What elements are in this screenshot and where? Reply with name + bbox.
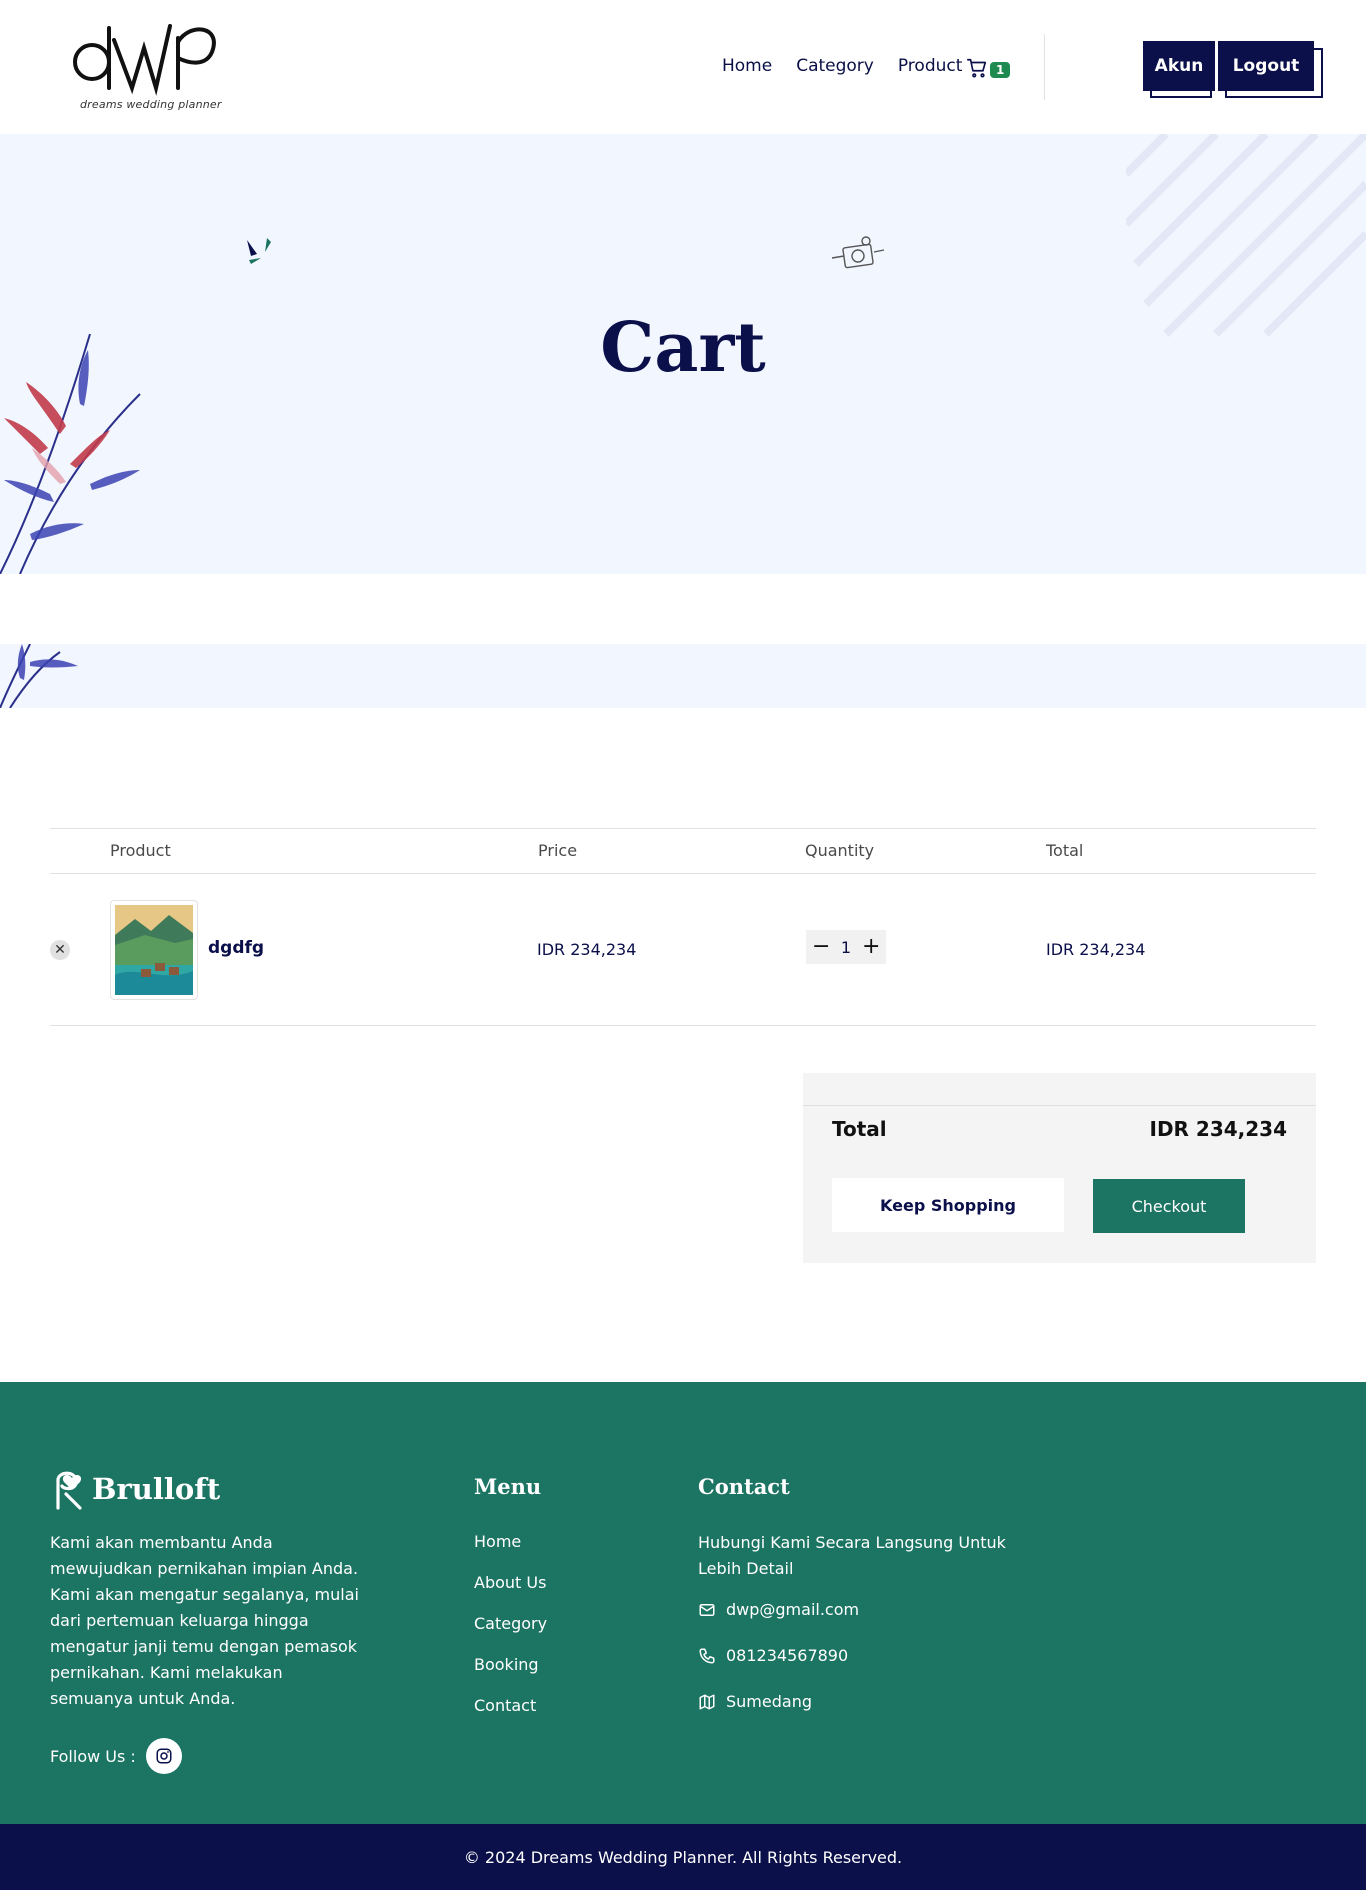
- increase-quantity-button[interactable]: +: [862, 936, 880, 958]
- checkout-button[interactable]: Checkout: [1093, 1179, 1245, 1233]
- account-button[interactable]: Akun: [1143, 41, 1215, 91]
- column-header-total: Total: [1046, 841, 1084, 860]
- map-icon: [699, 1694, 715, 1709]
- cart-item-total: IDR 234,234: [1046, 940, 1146, 959]
- cart-count-badge: 1: [990, 62, 1011, 78]
- column-header-product: Product: [110, 841, 171, 860]
- footer-phone[interactable]: 081234567890: [698, 1646, 848, 1665]
- footer-location-text: Sumedang: [726, 1692, 812, 1711]
- phone-icon: [699, 1648, 715, 1663]
- brand-logo-icon: [56, 1471, 82, 1510]
- copyright-text: © 2024 Dreams Wedding Planner. All Right…: [463, 1847, 903, 1867]
- close-icon: ✕: [54, 942, 66, 958]
- mail-icon: [699, 1603, 715, 1616]
- nav-home[interactable]: Home: [722, 56, 772, 76]
- page-title: Cart: [600, 308, 766, 388]
- decrease-quantity-button[interactable]: −: [812, 936, 830, 958]
- page-hero: Cart: [0, 134, 1366, 574]
- cart-summary: Total IDR 234,234 Keep Shopping Checkout: [803, 1073, 1316, 1263]
- cart-link[interactable]: 1: [966, 57, 1011, 79]
- footer-menu: Home About Us Category Booking Contact: [474, 1532, 547, 1737]
- footer-location[interactable]: Sumedang: [698, 1692, 812, 1711]
- leaf-band-decoration: [0, 644, 78, 708]
- site-header: dreams wedding planner Home Category Pro…: [0, 0, 1366, 134]
- follow-label: Follow Us :: [50, 1746, 136, 1766]
- column-header-quantity: Quantity: [805, 841, 875, 860]
- dwp-logo-mark: [73, 24, 216, 96]
- keep-shopping-button[interactable]: Keep Shopping: [832, 1178, 1064, 1232]
- footer-menu-booking[interactable]: Booking: [474, 1655, 547, 1696]
- camera-sketch-icon: [831, 236, 885, 269]
- logo-tagline: dreams wedding planner: [80, 98, 222, 111]
- quantity-stepper: − 1 +: [806, 930, 886, 964]
- product-image: [115, 905, 193, 995]
- footer-menu-contact[interactable]: Contact: [474, 1696, 547, 1737]
- cart-item-price: IDR 234,234: [537, 940, 637, 959]
- instagram-link[interactable]: [145, 1738, 182, 1774]
- footer-contact-heading: Contact: [698, 1474, 790, 1499]
- footer-brand[interactable]: Brulloft: [50, 1468, 220, 1510]
- floral-leaves-decoration: [0, 334, 141, 574]
- footer-phone-text: 081234567890: [726, 1646, 849, 1665]
- sparkle-icon: [247, 238, 271, 264]
- quantity-value[interactable]: 1: [841, 938, 851, 957]
- footer-contact-intro: Hubungi Kami Secara Langsung Untuk Lebih…: [698, 1533, 1006, 1578]
- cart-icon: [967, 58, 987, 78]
- footer-brand-name: Brulloft: [92, 1472, 221, 1506]
- nav-category[interactable]: Category: [796, 56, 874, 76]
- cart-item-row: ✕ dgdfg IDR 234,234 − 1 + IDR 234,234: [50, 874, 1316, 1026]
- nav-product[interactable]: Product: [898, 56, 963, 76]
- decorative-band: [0, 644, 1366, 708]
- footer-menu-heading: Menu: [474, 1474, 542, 1499]
- footer-menu-category[interactable]: Category: [474, 1614, 547, 1655]
- logout-button[interactable]: Logout: [1218, 41, 1314, 91]
- cart-item-name[interactable]: dgdfg: [208, 938, 264, 958]
- footer-email-text: dwp@gmail.com: [726, 1600, 860, 1619]
- footer-about-text: Kami akan membantu Anda mewujudkan perni…: [50, 1533, 359, 1708]
- instagram-icon: [156, 1748, 172, 1764]
- footer-follow: Follow Us :: [50, 1738, 182, 1774]
- summary-total-value: IDR 234,234: [1149, 1117, 1288, 1141]
- cart-table-header: Product Price Quantity Total: [50, 828, 1316, 874]
- main-nav: Home Category Product: [722, 56, 962, 76]
- column-header-price: Price: [538, 841, 578, 860]
- summary-divider: [803, 1105, 1316, 1106]
- footer-menu-home[interactable]: Home: [474, 1532, 547, 1573]
- remove-item-button[interactable]: ✕: [50, 940, 70, 960]
- summary-total-label: Total: [832, 1117, 887, 1141]
- copyright-bar: © 2024 Dreams Wedding Planner. All Right…: [0, 1824, 1366, 1890]
- site-footer: Brulloft Kami akan membantu Anda mewujud…: [0, 1382, 1366, 1824]
- product-thumbnail[interactable]: [110, 900, 198, 1000]
- nav-divider: [1044, 34, 1045, 100]
- footer-email[interactable]: dwp@gmail.com: [698, 1600, 859, 1619]
- footer-menu-about[interactable]: About Us: [474, 1573, 547, 1614]
